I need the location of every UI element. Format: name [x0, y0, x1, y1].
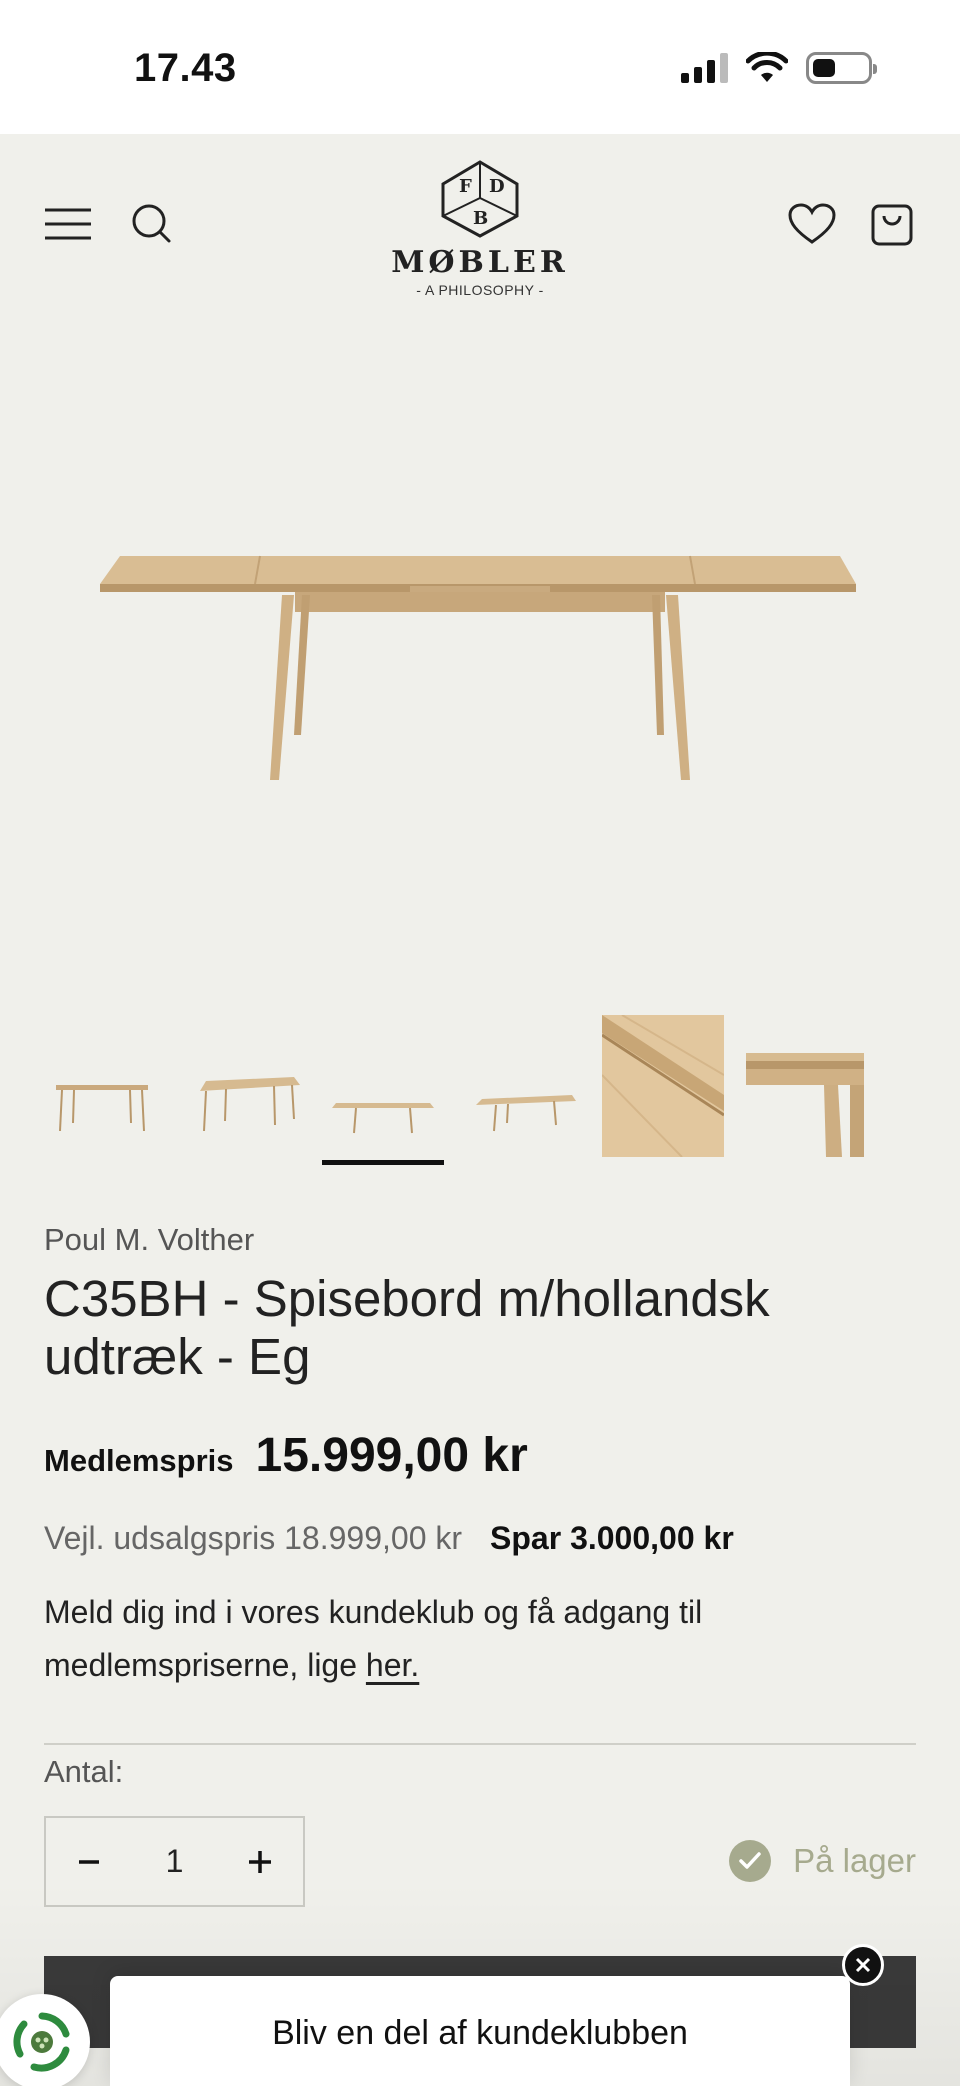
divider — [44, 1743, 916, 1745]
menu-icon — [45, 208, 91, 240]
heart-icon — [788, 203, 836, 244]
product-main-image[interactable] — [0, 330, 960, 970]
product-title: C35BH - Spisebord m/hollandsk udtræk - E… — [44, 1270, 770, 1385]
status-icons — [681, 52, 877, 84]
battery-icon — [806, 52, 877, 84]
thumbnail-5[interactable] — [601, 1014, 725, 1158]
quantity-value[interactable]: 1 — [166, 1843, 184, 1880]
quantity-stepper: 1 — [44, 1816, 305, 1907]
member-price-row: Medlemspris 15.999,00 kr — [44, 1428, 528, 1483]
wifi-icon — [746, 52, 788, 82]
thumbnail-6[interactable] — [746, 1015, 868, 1157]
stock-status: På lager — [729, 1840, 916, 1882]
club-popup[interactable]: Bliv en del af kundeklubben — [110, 1976, 850, 2086]
logo-wordmark: MØBLER — [391, 245, 569, 280]
logo-letter-f: F — [459, 176, 472, 197]
brand-logo[interactable]: F D B MØBLER - A PHILOSOPHY - — [380, 158, 580, 298]
recommended-price: Vejl. udsalgspris 18.999,00 kr — [44, 1520, 463, 1556]
thumbnail-strip — [44, 1014, 904, 1170]
status-bar: 17.43 — [0, 0, 960, 134]
rrp-row: Vejl. udsalgspris 18.999,00 kr Spar 3.00… — [44, 1520, 734, 1557]
search-icon — [132, 204, 171, 243]
thumbnail-4[interactable] — [462, 1015, 584, 1157]
logo-letter-b: B — [473, 208, 488, 229]
stock-label: På lager — [793, 1842, 916, 1879]
logo-mark-icon: F D B — [441, 160, 519, 238]
club-signup-link[interactable]: her. — [366, 1647, 419, 1683]
club-popup-title: Bliv en del af kundeklubben — [272, 2014, 688, 2052]
plus-icon — [248, 1850, 271, 1873]
cart-button[interactable] — [862, 194, 922, 254]
quantity-label: Antal: — [44, 1754, 124, 1789]
minus-icon — [79, 1859, 99, 1864]
menu-button[interactable] — [38, 194, 98, 254]
savings-amount: Spar 3.000,00 kr — [490, 1520, 734, 1556]
club-info-text: Meld dig ind i vores kundeklub og få adg… — [44, 1586, 904, 1692]
product-brand[interactable]: Poul M. Volther — [44, 1222, 254, 1258]
thumbnail-3[interactable] — [322, 1015, 444, 1165]
popup-close-button[interactable] — [842, 1944, 884, 1986]
site-header: F D B MØBLER - A PHILOSOPHY - — [0, 134, 960, 314]
logo-tagline: - A PHILOSOPHY - — [416, 282, 544, 298]
eco-badge-button[interactable] — [0, 1994, 90, 2086]
quantity-decrease-button[interactable] — [46, 1818, 132, 1905]
close-icon — [855, 1957, 871, 1973]
dining-table-image — [100, 555, 856, 780]
thumbnail-1[interactable] — [44, 1015, 166, 1157]
status-time: 17.43 — [134, 46, 237, 90]
bag-icon — [871, 204, 913, 246]
thumbnail-2[interactable] — [190, 1015, 312, 1157]
logo-letter-d: D — [489, 176, 505, 197]
search-button[interactable] — [122, 194, 182, 254]
member-price: 15.999,00 kr — [255, 1429, 528, 1482]
signal-icon — [681, 53, 728, 83]
recycle-icon — [13, 2012, 70, 2072]
quantity-increase-button[interactable] — [217, 1818, 303, 1905]
wishlist-button[interactable] — [782, 194, 842, 254]
checkmark-icon — [729, 1840, 772, 1882]
member-price-label: Medlemspris — [44, 1443, 234, 1478]
